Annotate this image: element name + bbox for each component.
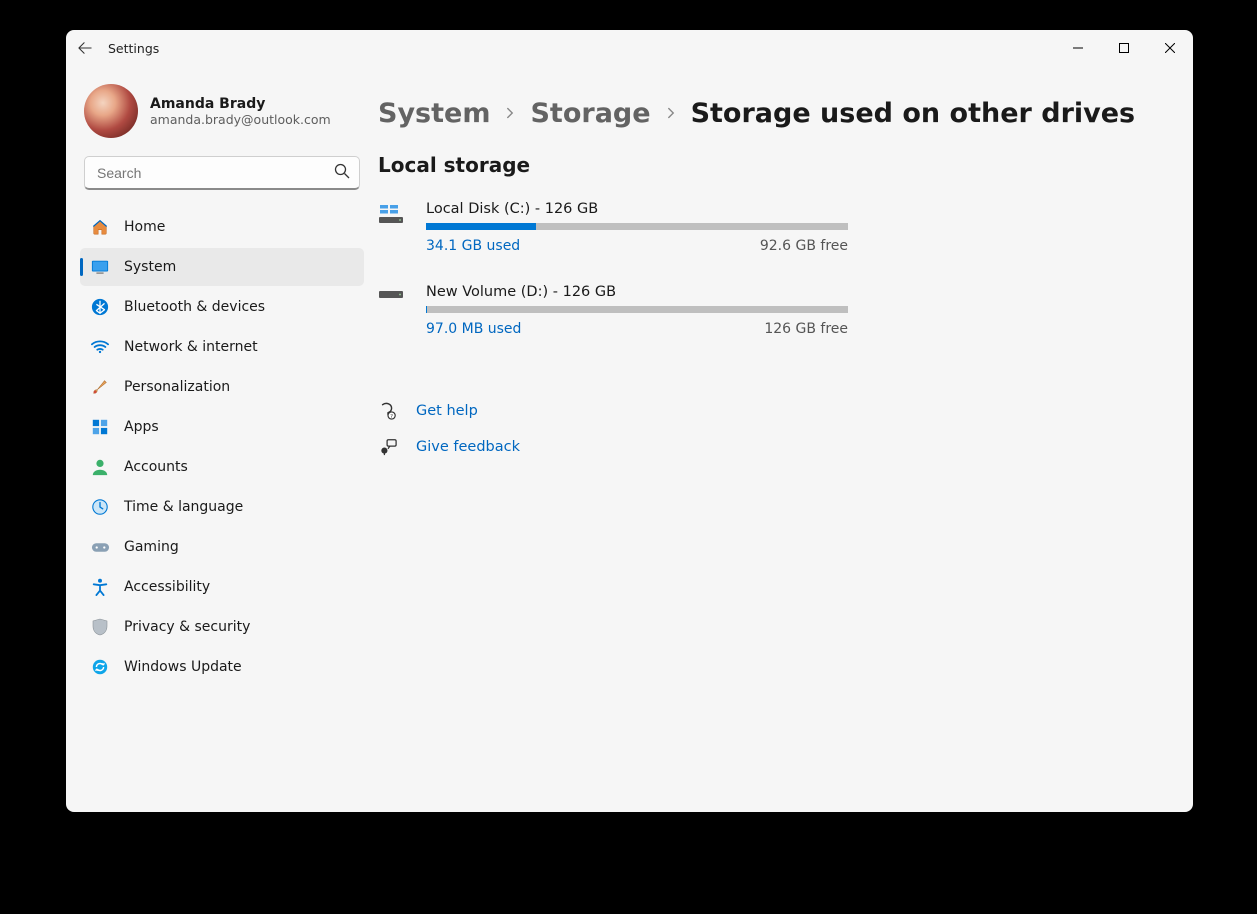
sidebar-item-windows-update[interactable]: Windows Update bbox=[80, 648, 364, 686]
maximize-button[interactable] bbox=[1101, 30, 1147, 66]
drive-free: 126 GB free bbox=[764, 321, 848, 337]
sidebar-item-label: Accessibility bbox=[124, 579, 210, 595]
search-input[interactable] bbox=[84, 156, 360, 190]
sidebar-item-label: System bbox=[124, 259, 176, 275]
help-icon: ? bbox=[378, 402, 398, 420]
sidebar-item-label: Network & internet bbox=[124, 339, 258, 355]
sidebar-item-label: Windows Update bbox=[124, 659, 242, 675]
home-icon bbox=[90, 217, 110, 237]
sidebar-item-label: Personalization bbox=[124, 379, 230, 395]
clock-icon bbox=[90, 497, 110, 517]
sidebar-item-home[interactable]: Home bbox=[80, 208, 364, 246]
drive-title: New Volume (D:) - 126 GB bbox=[426, 284, 848, 300]
back-button[interactable] bbox=[66, 30, 104, 66]
get-help-link[interactable]: ? Get help bbox=[378, 393, 1163, 429]
person-icon bbox=[90, 457, 110, 477]
storage-bar-fill bbox=[426, 223, 536, 230]
main-content: System Storage Storage used on other dri… bbox=[378, 66, 1193, 812]
sidebar-item-label: Time & language bbox=[124, 499, 243, 515]
volume-disk-icon bbox=[378, 284, 406, 337]
drive-row[interactable]: Local Disk (C:) - 126 GB 34.1 GB used 92… bbox=[378, 201, 848, 254]
storage-bar bbox=[426, 223, 848, 230]
sidebar-item-label: Home bbox=[124, 219, 165, 235]
sidebar-item-network[interactable]: Network & internet bbox=[80, 328, 364, 366]
sidebar-item-label: Accounts bbox=[124, 459, 188, 475]
system-icon bbox=[90, 257, 110, 277]
drive-free: 92.6 GB free bbox=[760, 238, 848, 254]
breadcrumb-current: Storage used on other drives bbox=[691, 98, 1136, 129]
sidebar-item-label: Privacy & security bbox=[124, 619, 250, 635]
drive-used: 34.1 GB used bbox=[426, 238, 520, 254]
shield-icon bbox=[90, 617, 110, 637]
search-box bbox=[84, 156, 360, 190]
search-icon[interactable] bbox=[334, 163, 350, 183]
local-disk-icon bbox=[378, 201, 406, 254]
apps-icon bbox=[90, 417, 110, 437]
chevron-right-icon bbox=[665, 104, 677, 123]
titlebar: Settings bbox=[66, 30, 1193, 66]
sidebar-item-apps[interactable]: Apps bbox=[80, 408, 364, 446]
drive-title: Local Disk (C:) - 126 GB bbox=[426, 201, 848, 217]
give-feedback-link[interactable]: Give feedback bbox=[378, 429, 1163, 465]
bluetooth-icon bbox=[90, 297, 110, 317]
sidebar-item-label: Gaming bbox=[124, 539, 179, 555]
back-arrow-icon bbox=[78, 41, 92, 55]
sidebar-item-privacy[interactable]: Privacy & security bbox=[80, 608, 364, 646]
profile-name: Amanda Brady bbox=[150, 96, 331, 112]
accessibility-icon bbox=[90, 577, 110, 597]
link-text: Give feedback bbox=[416, 439, 520, 455]
chevron-right-icon bbox=[504, 104, 516, 123]
paintbrush-icon bbox=[90, 377, 110, 397]
breadcrumb-storage[interactable]: Storage bbox=[530, 98, 650, 129]
sidebar: Amanda Brady amanda.brady@outlook.com Ho… bbox=[66, 66, 378, 812]
storage-bar bbox=[426, 306, 848, 313]
breadcrumb: System Storage Storage used on other dri… bbox=[378, 98, 1163, 129]
minimize-button[interactable] bbox=[1055, 30, 1101, 66]
drive-row[interactable]: New Volume (D:) - 126 GB 97.0 MB used 12… bbox=[378, 284, 848, 337]
svg-text:?: ? bbox=[390, 414, 393, 420]
update-icon bbox=[90, 657, 110, 677]
app-title: Settings bbox=[104, 41, 159, 56]
drive-used: 97.0 MB used bbox=[426, 321, 521, 337]
sidebar-item-time-language[interactable]: Time & language bbox=[80, 488, 364, 526]
window-controls bbox=[1055, 30, 1193, 66]
sidebar-item-accounts[interactable]: Accounts bbox=[80, 448, 364, 486]
sidebar-item-personalization[interactable]: Personalization bbox=[80, 368, 364, 406]
sidebar-item-accessibility[interactable]: Accessibility bbox=[80, 568, 364, 606]
nav-list: Home System Bluetooth & devices Network … bbox=[80, 208, 364, 686]
link-text: Get help bbox=[416, 403, 478, 419]
settings-window: Settings Amanda Brady amanda.brady@outlo… bbox=[66, 30, 1193, 812]
feedback-icon bbox=[378, 438, 398, 456]
profile-block[interactable]: Amanda Brady amanda.brady@outlook.com bbox=[80, 84, 364, 156]
sidebar-item-gaming[interactable]: Gaming bbox=[80, 528, 364, 566]
close-button[interactable] bbox=[1147, 30, 1193, 66]
sidebar-item-label: Apps bbox=[124, 419, 159, 435]
help-links: ? Get help Give feedback bbox=[378, 393, 1163, 465]
profile-email: amanda.brady@outlook.com bbox=[150, 112, 331, 127]
sidebar-item-label: Bluetooth & devices bbox=[124, 299, 265, 315]
gamepad-icon bbox=[90, 537, 110, 557]
avatar bbox=[84, 84, 138, 138]
sidebar-item-bluetooth[interactable]: Bluetooth & devices bbox=[80, 288, 364, 326]
wifi-icon bbox=[90, 337, 110, 357]
section-title: Local storage bbox=[378, 153, 1163, 177]
breadcrumb-system[interactable]: System bbox=[378, 98, 490, 129]
sidebar-item-system[interactable]: System bbox=[80, 248, 364, 286]
